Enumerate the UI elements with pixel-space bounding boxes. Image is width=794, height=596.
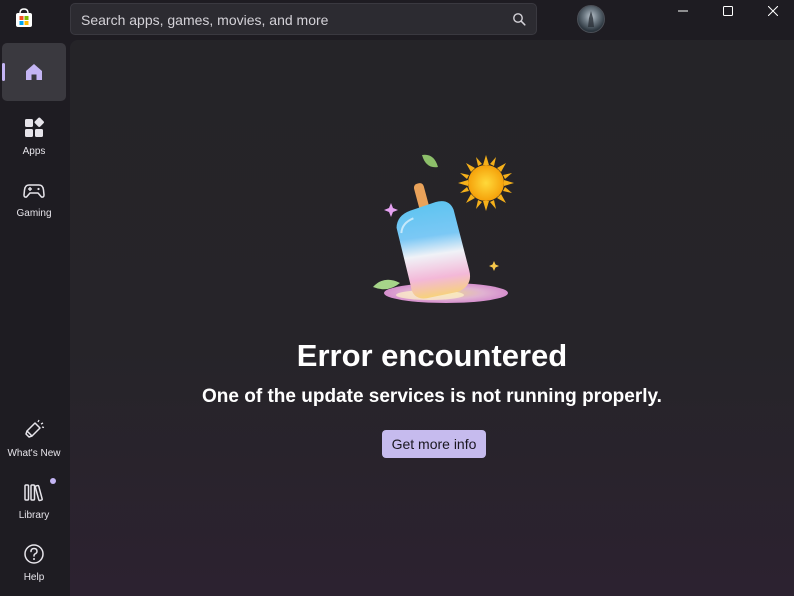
get-more-info-button[interactable]: Get more info [382,430,486,458]
sidebar-item-label: Library [18,510,50,521]
search-box[interactable]: Search apps, games, movies, and more [70,3,537,35]
main-content: Error encountered One of the update serv… [70,40,794,596]
search-icon[interactable] [512,12,526,26]
maximize-button[interactable] [705,0,751,22]
sidebar-item-label: Help [23,572,45,583]
sidebar: Apps Gaming What's New Library Help [0,40,70,596]
minimize-icon [678,10,688,12]
active-indicator [2,63,5,81]
user-avatar[interactable] [577,5,605,33]
library-icon [24,484,43,502]
megaphone-icon [25,419,45,438]
minimize-button[interactable] [660,0,706,22]
error-message: One of the update services is not runnin… [202,386,662,407]
sidebar-item-label: Apps [22,146,46,157]
sidebar-item-apps[interactable]: Apps [2,105,66,163]
sidebar-item-whats-new[interactable]: What's New [2,409,66,467]
microsoft-store-icon[interactable] [14,8,34,28]
close-icon [768,6,778,16]
melting-popsicle-illustration [373,154,514,303]
sidebar-item-library[interactable]: Library [2,471,66,529]
sidebar-item-help[interactable]: Help [2,533,66,591]
sidebar-item-gaming[interactable]: Gaming [2,167,66,225]
sidebar-item-label: What's New [7,448,61,459]
sidebar-item-home[interactable] [2,43,66,101]
sidebar-item-label: Gaming [16,208,52,219]
notification-badge [50,478,56,484]
help-icon [24,544,44,564]
search-input[interactable]: Search apps, games, movies, and more [81,12,328,28]
apps-icon [25,117,44,137]
maximize-icon [723,6,733,16]
error-title: Error encountered [296,338,568,373]
title-bar: Search apps, games, movies, and more [0,0,794,40]
close-button[interactable] [750,0,794,22]
gamepad-icon [23,184,45,198]
home-icon [26,64,42,80]
